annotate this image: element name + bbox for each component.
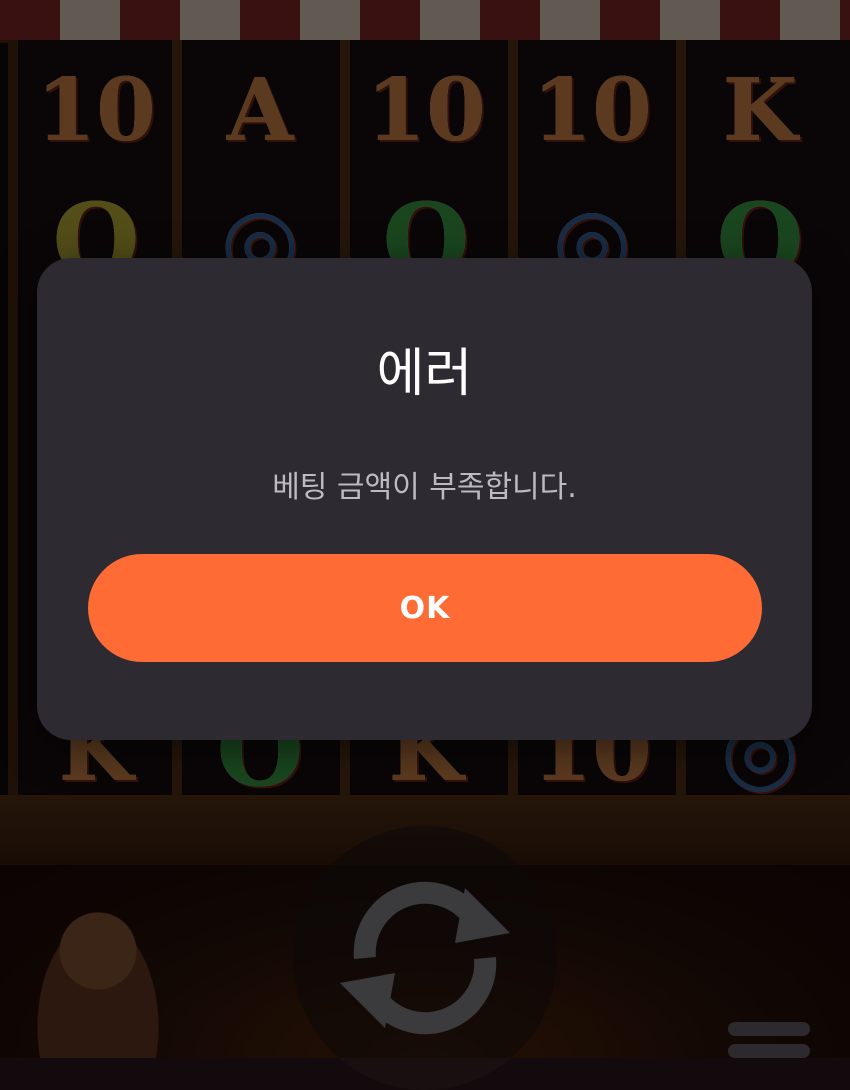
dialog-message: 베팅 금액이 부족합니다. xyxy=(272,470,577,505)
error-dialog: 에러 베팅 금액이 부족합니다. OK xyxy=(37,258,812,740)
ok-button[interactable]: OK xyxy=(88,554,762,662)
dialog-title: 에러 xyxy=(376,344,473,404)
